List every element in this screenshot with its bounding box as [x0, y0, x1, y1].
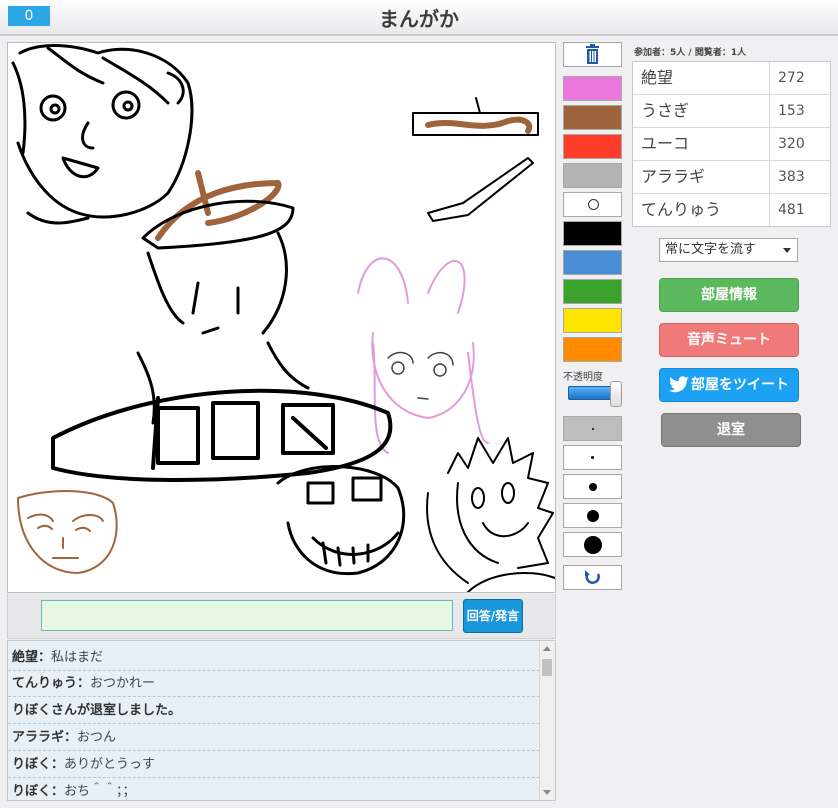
tweet-room-button[interactable]: 部屋をツイート	[659, 368, 799, 402]
color-swatch-red[interactable]	[563, 134, 622, 159]
brush-dot-icon	[583, 535, 602, 554]
mute-button[interactable]: 音声ミュート	[659, 323, 799, 357]
drawing-strokes	[11, 44, 555, 592]
player-name: てんりゅう	[633, 194, 770, 226]
scroll-up-icon[interactable]	[543, 646, 551, 651]
chat-name: アララギ	[12, 730, 65, 745]
player-row: アララギ 383	[633, 161, 830, 194]
chevron-down-icon	[783, 248, 791, 253]
player-name: ユーコ	[633, 128, 770, 160]
chat-name: りぼく	[12, 757, 52, 772]
color-swatch-gray[interactable]	[563, 163, 622, 188]
answer-bar: 回答/発言	[7, 594, 556, 639]
color-swatch-pink[interactable]	[563, 76, 622, 101]
brush-size-4[interactable]	[563, 503, 622, 528]
chat-row: アララギ：おつん	[8, 725, 540, 751]
color-swatch-brown[interactable]	[563, 105, 622, 130]
color-swatch-orange[interactable]	[563, 337, 622, 362]
chat-name: てんりゅう	[12, 676, 78, 691]
chat-scrollbar[interactable]	[539, 641, 555, 800]
player-score: 153	[778, 103, 805, 119]
color-swatch-yellow[interactable]	[563, 308, 622, 333]
undo-button[interactable]	[563, 565, 622, 590]
chat-name: りぼく	[12, 784, 52, 799]
player-name: うさぎ	[633, 95, 770, 127]
chat-row: りぼく：ありがとうっす	[8, 752, 540, 778]
undo-icon	[585, 570, 600, 584]
chat-separator: ：	[38, 650, 52, 665]
chat-row-system: りぼくさんが退室しました。	[8, 698, 540, 724]
chat-message: りぼくさんが退室しました。	[12, 703, 182, 718]
chat-message: おつかれー	[90, 676, 156, 691]
room-info-button[interactable]: 部屋情報	[659, 278, 799, 312]
scroll-thumb[interactable]	[542, 659, 552, 676]
player-score: 383	[778, 169, 805, 185]
clear-canvas-button[interactable]	[563, 42, 622, 67]
player-row: てんりゅう 481	[633, 194, 830, 227]
eraser-circle-icon	[588, 199, 599, 210]
chat-message: おつん	[77, 730, 117, 745]
brush-size-5[interactable]	[563, 532, 622, 557]
brush-size-3[interactable]	[563, 474, 622, 499]
page-title: まんがか	[379, 7, 459, 31]
twitter-bird-icon	[669, 376, 689, 393]
player-name: アララギ	[633, 161, 770, 193]
chat-log: 絶望：私はまだ てんりゅう：おつかれー りぼくさんが退室しました。 アララギ：お…	[7, 640, 556, 801]
brush-dot-icon	[591, 456, 594, 459]
chat-row: てんりゅう：おつかれー	[8, 671, 540, 697]
player-score: 272	[778, 70, 805, 86]
scroll-down-icon[interactable]	[543, 790, 551, 795]
chat-separator: ：	[51, 757, 65, 772]
chat-message: おち＾＾；；	[64, 784, 136, 799]
brush-dot-icon	[591, 427, 594, 430]
exit-room-button[interactable]: 退室	[661, 413, 801, 447]
text-flow-selected: 常に文字を流す	[665, 242, 757, 257]
opacity-label: 不透明度	[563, 372, 603, 383]
player-score-table: 絶望 272 うさぎ 153 ユーコ 320 アララギ 383 てんりゅう 48…	[632, 61, 831, 227]
text-flow-select[interactable]: 常に文字を流す	[659, 238, 798, 262]
chat-separator: ：	[51, 784, 65, 799]
player-row: ユーコ 320	[633, 128, 830, 161]
color-swatch-white[interactable]	[563, 192, 622, 217]
chat-message: 私はまだ	[51, 650, 104, 665]
brush-size-1[interactable]	[563, 416, 622, 441]
player-score: 320	[778, 136, 805, 152]
player-row: 絶望 272	[633, 62, 830, 95]
player-row: うさぎ 153	[633, 95, 830, 128]
player-score: 481	[778, 202, 805, 218]
player-name: 絶望	[633, 62, 770, 94]
color-swatch-black[interactable]	[563, 221, 622, 246]
participant-stats: 参加者：5人 / 閲覧者：1人	[634, 48, 747, 58]
trash-icon	[586, 44, 599, 64]
brush-dot-icon	[586, 509, 599, 522]
answer-button[interactable]: 回答/発言	[463, 599, 523, 633]
brush-size-2[interactable]	[563, 445, 622, 470]
color-swatch-blue[interactable]	[563, 250, 622, 275]
answer-input[interactable]	[41, 600, 453, 631]
drawing-canvas[interactable]	[7, 42, 556, 593]
header-bar: 0 まんがか	[0, 0, 838, 36]
chat-message: ありがとうっす	[64, 757, 156, 772]
chat-name: 絶望	[12, 650, 39, 665]
chat-row: 絶望：私はまだ	[8, 645, 540, 671]
chat-row: りぼく：おち＾＾；；	[8, 779, 540, 800]
color-swatch-green[interactable]	[563, 279, 622, 304]
brush-dot-icon	[588, 482, 597, 491]
chat-separator: ：	[64, 730, 78, 745]
chat-separator: ：	[77, 676, 91, 691]
opacity-slider-handle[interactable]	[609, 381, 622, 407]
